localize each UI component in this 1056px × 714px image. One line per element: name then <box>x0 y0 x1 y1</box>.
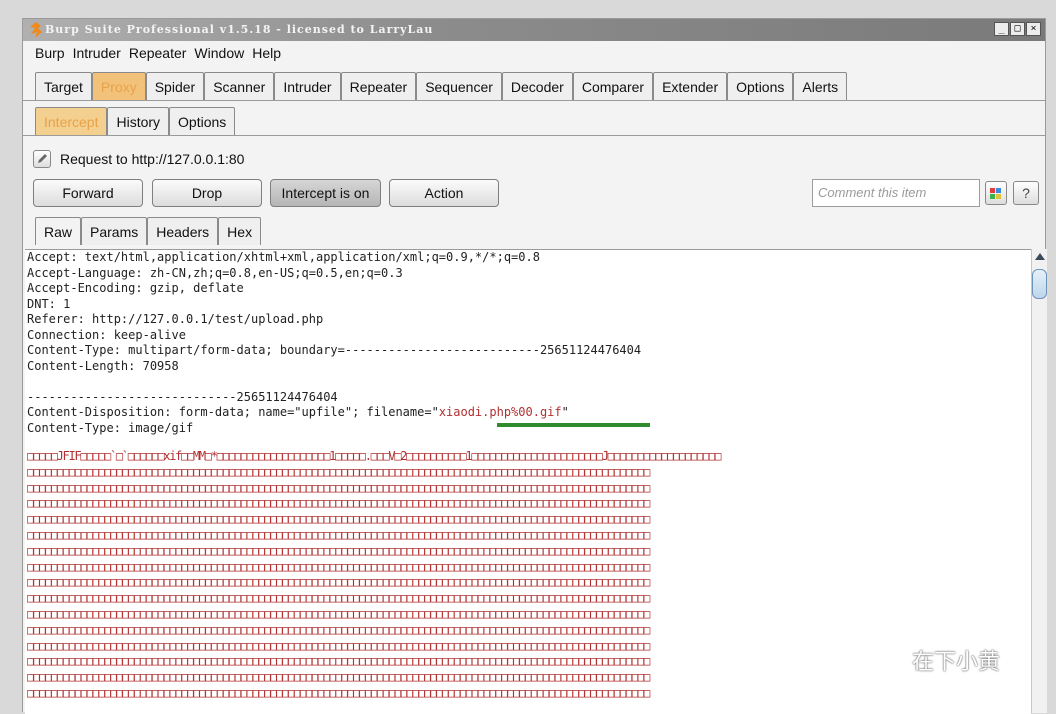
watermark: 在下小黄 <box>872 644 1000 676</box>
tab-options[interactable]: Options <box>727 72 794 100</box>
tab-spider[interactable]: Spider <box>145 72 205 100</box>
menu-repeater[interactable]: Repeater <box>129 45 187 61</box>
scroll-thumb[interactable] <box>1032 269 1047 299</box>
burp-logo-icon <box>30 22 42 38</box>
proxy-tab-bar: Intercept History Options <box>35 107 236 135</box>
binary-line: □□□□□JFIF□□□□□`□`□□□□□□xif□□MM□*□□□□□□□□… <box>27 449 721 463</box>
binary-line: □□□□□□□□□□□□□□□□□□□□□□□□□□□□□□□□□□□□□□□□… <box>27 654 650 669</box>
editor-scrollbar[interactable] <box>1031 249 1047 713</box>
menu-help[interactable]: Help <box>252 45 281 61</box>
tab-params[interactable]: Params <box>81 217 148 245</box>
tab-hex[interactable]: Hex <box>218 217 262 245</box>
tab-target[interactable]: Target <box>35 72 92 100</box>
menu-burp[interactable]: Burp <box>35 45 65 61</box>
tab-alerts[interactable]: Alerts <box>793 72 848 100</box>
burp-window: Burp Suite Professional v1.5.18 - licens… <box>22 18 1047 714</box>
tab-intercept[interactable]: Intercept <box>35 107 108 135</box>
highlight-color-button[interactable] <box>985 181 1007 205</box>
disposition-prefix: Content-Disposition: form-data; name="up… <box>27 405 439 419</box>
wechat-logo-icon <box>873 648 905 672</box>
menu-window[interactable]: Window <box>194 45 244 61</box>
binary-line: □□□□□□□□□□□□□□□□□□□□□□□□□□□□□□□□□□□□□□□□… <box>27 512 650 527</box>
request-line: DNT: 1 <box>27 296 71 311</box>
binary-line: □□□□□□□□□□□□□□□□□□□□□□□□□□□□□□□□□□□□□□□□… <box>27 670 650 685</box>
menu-intruder[interactable]: Intruder <box>73 45 121 61</box>
tab-comparer[interactable]: Comparer <box>572 72 654 100</box>
disposition-suffix: " <box>561 405 569 419</box>
filename-highlight-underline <box>497 423 650 427</box>
watermark-text: 在下小黄 <box>912 649 1001 674</box>
request-headers-text: Accept: text/html,application/xhtml+xml,… <box>25 250 1031 436</box>
request-line: Accept: text/html,application/xhtml+xml,… <box>27 250 540 264</box>
binary-line: □□□□□□□□□□□□□□□□□□□□□□□□□□□□□□□□□□□□□□□□… <box>27 591 650 606</box>
intercept-toggle-button[interactable]: Intercept is on <box>270 179 381 207</box>
drop-button[interactable]: Drop <box>152 179 262 207</box>
title-bar[interactable]: Burp Suite Professional v1.5.18 - licens… <box>23 19 1045 41</box>
tab-raw[interactable]: Raw <box>35 217 82 245</box>
comment-input[interactable]: Comment this item <box>812 179 980 207</box>
binary-line: □□□□□□□□□□□□□□□□□□□□□□□□□□□□□□□□□□□□□□□□… <box>27 622 650 637</box>
request-line: Accept-Encoding: gzip, deflate <box>27 281 244 295</box>
request-line: Referer: http://127.0.0.1/test/upload.ph… <box>27 312 324 326</box>
binary-line: □□□□□□□□□□□□□□□□□□□□□□□□□□□□□□□□□□□□□□□□… <box>27 606 650 621</box>
restore-button[interactable]: □ <box>1010 22 1025 36</box>
tab-headers[interactable]: Headers <box>147 217 219 245</box>
binary-line: □□□□□□□□□□□□□□□□□□□□□□□□□□□□□□□□□□□□□□□□… <box>27 543 650 558</box>
request-line: -----------------------------25651124476… <box>27 389 338 404</box>
tab-scanner[interactable]: Scanner <box>204 72 275 100</box>
request-line: Content-Length: 70958 <box>27 358 179 373</box>
tab-extender[interactable]: Extender <box>653 72 728 100</box>
request-line: Connection: keep-alive <box>27 327 186 342</box>
minimize-button[interactable]: _ <box>994 22 1009 36</box>
content-type-line: Content-Type: image/gif <box>27 420 194 435</box>
binary-line: □□□□□□□□□□□□□□□□□□□□□□□□□□□□□□□□□□□□□□□□… <box>27 575 650 590</box>
message-view-tab-bar: Raw Params Headers Hex <box>35 217 262 245</box>
request-line: Accept-Language: zh-CN,zh;q=0.8,en-US;q=… <box>27 265 403 280</box>
binary-line: □□□□□□□□□□□□□□□□□□□□□□□□□□□□□□□□□□□□□□□□… <box>27 527 650 542</box>
binary-line: □□□□□□□□□□□□□□□□□□□□□□□□□□□□□□□□□□□□□□□□… <box>27 496 650 511</box>
main-tab-bar: Target Proxy Spider Scanner Intruder Rep… <box>35 72 848 100</box>
edit-request-button[interactable] <box>33 150 51 168</box>
menu-bar: Burp Intruder Repeater Window Help <box>23 41 1045 65</box>
close-button[interactable]: × <box>1026 22 1041 36</box>
binary-line: □□□□□□□□□□□□□□□□□□□□□□□□□□□□□□□□□□□□□□□□… <box>27 464 650 479</box>
binary-line: □□□□□□□□□□□□□□□□□□□□□□□□□□□□□□□□□□□□□□□□… <box>27 685 650 700</box>
tab-sequencer[interactable]: Sequencer <box>416 72 502 100</box>
request-target-label: Request to http://127.0.0.1:80 <box>60 151 245 167</box>
upload-filename: xiaodi.php%00.gif <box>438 405 562 419</box>
tab-proxy[interactable]: Proxy <box>91 72 146 100</box>
scroll-up-arrow-icon[interactable] <box>1035 253 1045 260</box>
tab-proxy-options[interactable]: Options <box>169 107 236 135</box>
binary-line: □□□□□□□□□□□□□□□□□□□□□□□□□□□□□□□□□□□□□□□□… <box>27 638 650 653</box>
forward-button[interactable]: Forward <box>33 179 143 207</box>
window-title: Burp Suite Professional v1.5.18 - licens… <box>45 23 434 36</box>
tab-history[interactable]: History <box>107 107 170 135</box>
tab-repeater[interactable]: Repeater <box>340 72 417 100</box>
tab-decoder[interactable]: Decoder <box>501 72 573 100</box>
binary-line: □□□□□□□□□□□□□□□□□□□□□□□□□□□□□□□□□□□□□□□□… <box>27 480 650 495</box>
main-tab-divider <box>23 100 1045 101</box>
tab-intruder[interactable]: Intruder <box>274 72 341 100</box>
help-button[interactable]: ? <box>1013 181 1039 205</box>
color-grid-icon <box>990 188 1001 199</box>
pencil-icon <box>38 154 47 163</box>
proxy-tab-divider <box>23 135 1045 136</box>
action-button[interactable]: Action <box>389 179 499 207</box>
request-line: Content-Type: multipart/form-data; bound… <box>27 343 642 357</box>
binary-line: □□□□□□□□□□□□□□□□□□□□□□□□□□□□□□□□□□□□□□□□… <box>27 559 650 574</box>
